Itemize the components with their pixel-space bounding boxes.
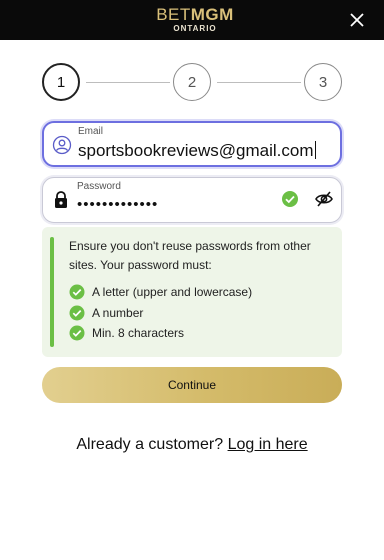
email-field[interactable]: Email sportsbookreviews@gmail.com xyxy=(42,121,342,167)
logo-region-text: ONTARIO xyxy=(173,24,217,33)
email-label: Email xyxy=(78,126,104,137)
requirement-item: A letter (upper and lowercase) xyxy=(69,284,252,300)
registration-stepper: 1 2 3 xyxy=(42,63,342,101)
close-icon xyxy=(350,13,364,27)
check-circle-icon xyxy=(282,191,298,207)
stepper-connector xyxy=(217,82,301,83)
password-requirements: Ensure you don't reuse passwords from ot… xyxy=(42,227,342,357)
step-1: 1 xyxy=(42,63,80,101)
betmgm-logo: BETMGM ONTARIO xyxy=(150,6,240,34)
requirement-text: A letter (upper and lowercase) xyxy=(92,285,253,299)
requirement-text: Min. 8 characters xyxy=(92,326,185,340)
password-input[interactable]: ••••••••••••• xyxy=(77,196,158,213)
check-circle-icon xyxy=(69,305,85,321)
step-3: 3 xyxy=(304,63,342,101)
login-prompt-line: Already a customer? Log in here xyxy=(0,436,384,454)
step-2: 2 xyxy=(173,63,211,101)
email-input[interactable]: sportsbookreviews@gmail.com xyxy=(78,141,316,161)
close-button[interactable] xyxy=(346,9,368,31)
requirement-text: A number xyxy=(92,306,144,320)
user-icon xyxy=(52,135,72,155)
requirements-intro: Ensure you don't reuse passwords from ot… xyxy=(69,239,311,272)
check-circle-icon xyxy=(69,284,85,300)
lock-icon xyxy=(55,191,67,208)
top-bar: BETMGM ONTARIO xyxy=(0,0,384,40)
requirement-item: A number xyxy=(69,305,143,321)
email-value: sportsbookreviews@gmail.com xyxy=(78,141,314,160)
requirement-item: Min. 8 characters xyxy=(69,325,184,341)
login-link[interactable]: Log in here xyxy=(228,436,308,453)
password-field[interactable]: Password ••••••••••••• xyxy=(42,177,342,223)
eye-off-icon[interactable] xyxy=(314,189,334,209)
logo-bet-text: BET xyxy=(156,5,191,24)
stepper-connector xyxy=(86,82,170,83)
password-label: Password xyxy=(77,181,121,192)
logo-mgm-text: MGM xyxy=(190,5,234,24)
continue-button[interactable]: Continue xyxy=(42,367,342,403)
login-prompt: Already a customer? xyxy=(76,436,224,453)
check-circle-icon xyxy=(69,325,85,341)
logo-wordmark: BETMGM xyxy=(150,6,240,24)
requirements-accent-bar xyxy=(50,237,54,347)
text-caret xyxy=(314,141,316,159)
